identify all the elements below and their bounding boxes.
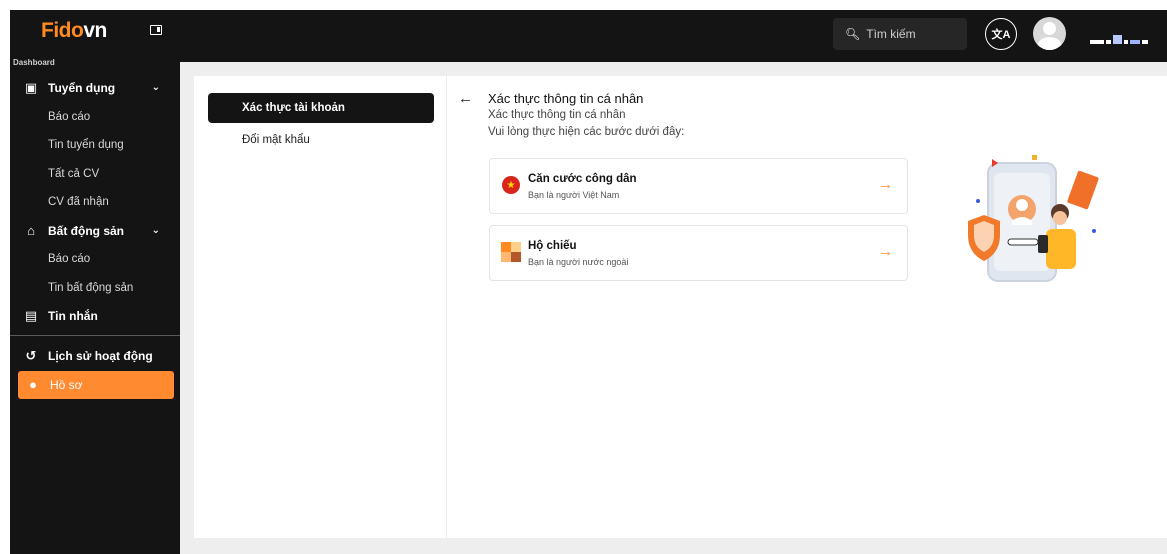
sidebar-nav: ▣ Tuyển dụng ⌄ Báo cáo Tin tuyển dụng Tấ… bbox=[10, 74, 180, 331]
sidebar-item-cv-da-nhan[interactable]: CV đã nhận bbox=[10, 188, 180, 217]
option-can-cuoc[interactable]: ★ Căn cước công dân Bạn là người Việt Na… bbox=[489, 158, 908, 214]
option-description: Bạn là người nước ngoài bbox=[528, 257, 629, 267]
sidebar-item-bat-dong-san[interactable]: ⌂ Bất động sản ⌄ bbox=[10, 217, 180, 246]
chevron-down-icon: ⌄ bbox=[151, 82, 160, 93]
sidebar-item-tin-nhan[interactable]: ▤ Tin nhắn bbox=[10, 302, 180, 331]
translate-icon[interactable]: 文A bbox=[985, 18, 1017, 50]
option-description: Bạn là người Việt Nam bbox=[528, 190, 620, 200]
page-instruction: Vui lòng thực hiện các bước dưới đây: bbox=[488, 126, 685, 138]
section-label-dashboard: Dashboard bbox=[13, 58, 55, 67]
page-title: Xác thực thông tin cá nhân bbox=[488, 91, 644, 106]
sidebar-item-label: Bất động sản bbox=[48, 223, 125, 238]
sidebar-item-ho-so[interactable]: ● Hồ sơ bbox=[18, 370, 174, 399]
sidebar-item-tin-bat-dong-san[interactable]: Tin bất động sản bbox=[10, 274, 180, 303]
sidebar-item-tuyen-dung[interactable]: ▣ Tuyển dụng ⌄ bbox=[10, 74, 180, 103]
arrow-right-icon: → bbox=[878, 176, 893, 193]
sidebar-nav-bottom: ↺ Lịch sử hoạt động ● Hồ sơ bbox=[10, 342, 180, 399]
sidebar-item-label: Tin nhắn bbox=[48, 309, 98, 324]
option-ho-chieu[interactable]: Hộ chiếu Bạn là người nước ngoài → bbox=[489, 225, 908, 281]
sidebar-item-label: Tất cả CV bbox=[48, 167, 100, 180]
profile-card: Xác thực tài khoản Đổi mật khẩu ← Xác th… bbox=[194, 76, 1167, 538]
real-estate-icon: ⌂ bbox=[27, 223, 35, 239]
history-icon: ↺ bbox=[25, 348, 37, 364]
back-arrow-icon[interactable]: ← bbox=[458, 90, 473, 107]
search-input[interactable]: 🔍︎ Tìm kiếm bbox=[833, 18, 967, 50]
sidebar-item-label: Lịch sử hoạt động bbox=[48, 349, 153, 364]
username-redacted[interactable] bbox=[1090, 30, 1148, 44]
profile-icon: ● bbox=[29, 377, 37, 393]
sidebar-item-label: Hồ sơ bbox=[50, 377, 83, 392]
page-subtitle: Xác thực thông tin cá nhân bbox=[488, 109, 626, 121]
sidebar-divider bbox=[10, 335, 180, 336]
sidebar-item-label: Tin bất động sản bbox=[48, 281, 134, 294]
logo-text-vn: vn bbox=[83, 19, 107, 42]
sidebar: Fido vn Dashboard ▣ Tuyển dụng ⌄ Báo cáo … bbox=[10, 10, 180, 554]
main-content: Xác thực tài khoản Đổi mật khẩu ← Xác th… bbox=[180, 62, 1167, 554]
message-icon: ▤ bbox=[24, 308, 38, 324]
sidebar-item-tin-tuyen-dung[interactable]: Tin tuyển dụng bbox=[10, 131, 180, 160]
sidebar-item-label: Báo cáo bbox=[48, 110, 91, 123]
sidebar-item-tat-ca-cv[interactable]: Tất cả CV bbox=[10, 160, 180, 189]
passport-icon bbox=[501, 242, 521, 262]
subnav-item-doi-mat-khau[interactable]: Đổi mật khẩu bbox=[242, 134, 310, 146]
sidebar-item-label: Tuyển dụng bbox=[48, 81, 116, 96]
sidebar-toggle-icon[interactable] bbox=[150, 25, 162, 35]
sidebar-item-label: CV đã nhận bbox=[48, 196, 109, 209]
sidebar-item-bao-cao[interactable]: Báo cáo bbox=[10, 103, 180, 132]
avatar[interactable] bbox=[1033, 17, 1066, 50]
subnav-item-xac-thuc[interactable]: Xác thực tài khoản bbox=[208, 93, 434, 123]
sidebar-item-lich-su[interactable]: ↺ Lịch sử hoạt động bbox=[10, 342, 180, 371]
chevron-down-icon: ⌄ bbox=[151, 224, 160, 236]
sidebar-item-label: Báo cáo bbox=[48, 253, 91, 266]
option-title: Căn cước công dân bbox=[528, 173, 637, 185]
topbar: 🔍︎ Tìm kiếm 文A bbox=[180, 10, 1167, 62]
option-title: Hộ chiếu bbox=[528, 240, 577, 252]
sidebar-item-label: Tin tuyển dụng bbox=[48, 139, 124, 152]
column-divider bbox=[446, 76, 447, 538]
arrow-right-icon: → bbox=[878, 243, 893, 260]
verification-illustration bbox=[968, 155, 1099, 282]
logo-text-fido: Fido bbox=[41, 19, 84, 42]
search-icon: 🔍︎ bbox=[845, 27, 861, 41]
logo[interactable]: Fido vn bbox=[41, 16, 107, 46]
vietnam-flag-icon: ★ bbox=[502, 176, 520, 194]
search-placeholder: Tìm kiếm bbox=[866, 27, 916, 41]
sidebar-item-bao-cao-bds[interactable]: Báo cáo bbox=[10, 245, 180, 274]
recruitment-icon: ▣ bbox=[24, 80, 38, 96]
